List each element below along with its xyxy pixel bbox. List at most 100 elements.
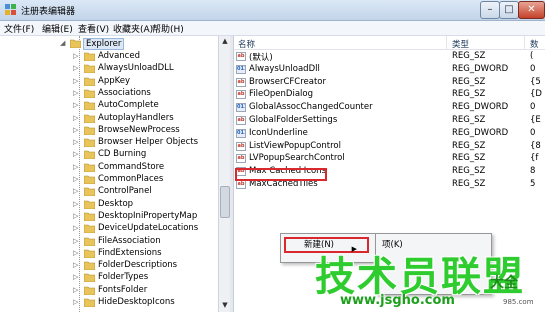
list-header: 名称 类型 数	[234, 36, 545, 50]
tree-item[interactable]: ▷ HideDesktopIcons	[0, 297, 218, 309]
expand-arrow-icon[interactable]: ▷	[73, 77, 78, 85]
tree-item[interactable]: ▷ ControlPanel	[0, 186, 218, 198]
value-row[interactable]: ab ListViewPopupControl REG_SZ {8	[234, 141, 545, 153]
folder-icon	[84, 175, 95, 184]
tree-item[interactable]: ▷ Browser Helper Objects	[0, 137, 218, 149]
tree-item-label: AlwaysUnloadDLL	[98, 63, 174, 74]
value-name: ListViewPopupControl	[249, 140, 341, 151]
tree-item[interactable]: ▷ AutoplayHandlers	[0, 113, 218, 125]
expand-arrow-icon[interactable]: ▷	[73, 138, 78, 146]
scroll-thumb[interactable]	[220, 186, 230, 218]
value-type: REG_DWORD	[452, 63, 509, 74]
tree-item[interactable]: ▷ CD Burning	[0, 149, 218, 161]
tree-item[interactable]: ▷ DesktopIniPropertyMap	[0, 211, 218, 223]
value-row[interactable]: ab FileOpenDialog REG_SZ {D	[234, 89, 545, 101]
value-data: {f	[530, 153, 539, 164]
menu-help[interactable]: 帮助(H)	[152, 22, 184, 35]
expand-arrow-icon[interactable]: ▷	[73, 237, 78, 245]
value-row[interactable]: ab GlobalFolderSettings REG_SZ {E	[234, 115, 545, 127]
expand-arrow-icon[interactable]: ▷	[73, 273, 78, 281]
expand-arrow-icon[interactable]: ▷	[73, 212, 78, 220]
value-row[interactable]: ab (默认) REG_SZ (	[234, 51, 545, 63]
binary-value-icon: 011	[236, 128, 246, 138]
scroll-down-icon[interactable]: ▼	[220, 301, 230, 311]
folder-icon	[84, 237, 95, 246]
menu-file[interactable]: 文件(F)	[4, 22, 34, 35]
folder-icon	[84, 64, 95, 74]
folder-icon	[84, 77, 95, 86]
tree-item[interactable]: ▷ DeviceUpdateLocations	[0, 223, 218, 235]
expand-arrow-icon[interactable]: ▷	[73, 163, 78, 171]
folder-icon	[84, 298, 95, 307]
expand-arrow-icon[interactable]: ▷	[73, 150, 78, 158]
scroll-up-icon[interactable]: ▲	[220, 37, 230, 47]
tree-item[interactable]: ▷ AppKey	[0, 76, 218, 88]
tree-item[interactable]: ▷ AutoComplete	[0, 100, 218, 112]
value-type: REG_SZ	[452, 51, 486, 61]
value-data: (	[530, 51, 534, 61]
value-row[interactable]: 011AlwaysUnloadDll REG_DWORD 0	[234, 64, 545, 76]
menu-edit[interactable]: 编辑(E)	[42, 22, 73, 35]
value-row[interactable]: 011GlobalAssocChangedCounter REG_DWORD 0	[234, 102, 545, 114]
expand-arrow-icon[interactable]: ▷	[73, 64, 78, 72]
expand-arrow-icon[interactable]: ▷	[73, 200, 78, 208]
tree-item-label: FolderDescriptions	[98, 260, 178, 271]
expand-arrow-icon[interactable]: ▷	[73, 298, 78, 306]
string-value-icon: ab	[236, 180, 246, 189]
expand-arrow-icon[interactable]: ▷	[73, 101, 78, 109]
value-name: GlobalAssocChangedCounter	[249, 102, 373, 113]
value-row[interactable]: ab BrowserCFCreator REG_SZ {5	[234, 77, 545, 89]
column-type[interactable]: 类型	[452, 38, 469, 50]
watermark-side: 大全	[490, 275, 518, 291]
maximize-button[interactable]: □	[499, 1, 519, 19]
string-value-icon: ab	[236, 90, 246, 100]
expand-arrow-icon[interactable]: ▷	[73, 175, 78, 183]
column-data[interactable]: 数	[530, 38, 539, 50]
tree-item[interactable]: ▷ BrowseNewProcess	[0, 125, 218, 137]
expand-arrow-icon[interactable]: ▷	[73, 249, 78, 257]
tree-item[interactable]: ▷ FindExtensions	[0, 248, 218, 260]
tree-item[interactable]: ▷ FontsFolder	[0, 285, 218, 297]
value-row[interactable]: ab LVPopupSearchControl REG_SZ {f	[234, 153, 545, 165]
tree-item[interactable]: ▷ CommandStore	[0, 162, 218, 174]
column-divider[interactable]	[524, 36, 525, 49]
tree-item-explorer[interactable]: ◢ Explorer	[0, 38, 218, 50]
expand-arrow-icon[interactable]: ▷	[73, 89, 78, 97]
tree-item[interactable]: ▷ FileAssociation	[0, 236, 218, 248]
value-data: 0	[530, 102, 536, 113]
expand-arrow-icon[interactable]: ▷	[73, 286, 78, 294]
tree-item[interactable]: ▷ FolderTypes	[0, 272, 218, 284]
expand-arrow-icon[interactable]: ▷	[73, 261, 78, 269]
folder-icon	[84, 249, 95, 258]
minimize-button[interactable]: –	[480, 1, 500, 19]
registry-tree[interactable]: ◢ Explorer ▷ Advanced ▷ AlwaysUnloadDLL ▷ App…	[0, 36, 218, 312]
value-type: REG_SZ	[452, 140, 486, 151]
close-button[interactable]: ✕	[518, 1, 545, 19]
collapse-arrow-icon[interactable]: ◢	[60, 39, 65, 47]
expand-arrow-icon[interactable]: ▷	[73, 187, 78, 195]
tree-item[interactable]: ▷ AlwaysUnloadDLL	[0, 63, 218, 75]
expand-arrow-icon[interactable]: ▷	[73, 224, 78, 232]
tree-item-label: AutoComplete	[98, 100, 159, 111]
regedit-icon	[5, 4, 16, 15]
tree-item[interactable]: ▷ Advanced	[0, 51, 218, 63]
value-data: {5	[530, 76, 541, 87]
expand-arrow-icon[interactable]: ▷	[73, 126, 78, 134]
tree-item-label: FindExtensions	[98, 247, 162, 258]
folder-icon	[84, 101, 95, 111]
tree-item[interactable]: ▷ Desktop	[0, 199, 218, 211]
value-type: REG_SZ	[452, 166, 486, 177]
value-row[interactable]: 011IconUnderline REG_DWORD 0	[234, 128, 545, 140]
tree-item-label: AutoplayHandlers	[98, 112, 174, 123]
tree-item-label: CommandStore	[98, 161, 165, 172]
expand-arrow-icon[interactable]: ▷	[73, 52, 78, 60]
column-name[interactable]: 名称	[238, 38, 255, 50]
expand-arrow-icon[interactable]: ▷	[73, 114, 78, 122]
tree-item[interactable]: ▷ FolderDescriptions	[0, 260, 218, 272]
tree-item[interactable]: ▷ Associations	[0, 88, 218, 100]
title-bar: 注册表编辑器 – □ ✕	[0, 0, 545, 21]
menu-view[interactable]: 查看(V)	[78, 22, 109, 35]
column-divider[interactable]	[446, 36, 447, 49]
menu-favorites[interactable]: 收藏夹(A)	[113, 22, 153, 35]
tree-item[interactable]: ▷ CommonPlaces	[0, 174, 218, 186]
